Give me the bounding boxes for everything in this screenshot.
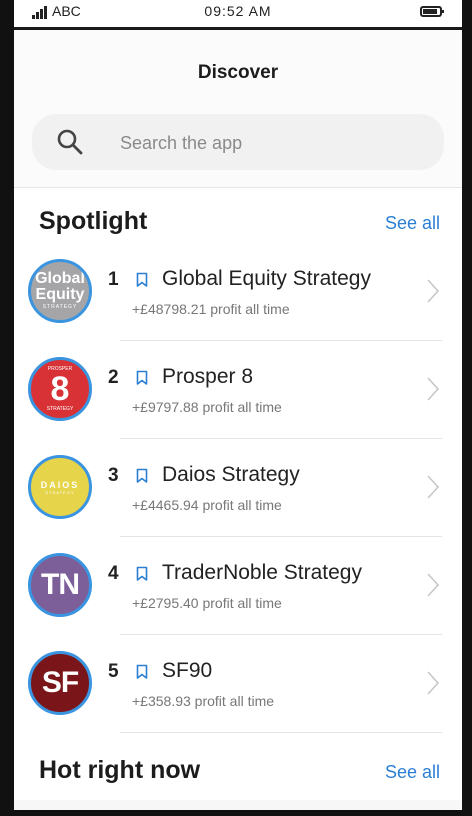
spotlight-header: Spotlight See all (14, 207, 462, 247)
rank-number: 3 (108, 465, 119, 486)
avatar: TN (28, 553, 92, 617)
avatar: Global Equity STRATEGY (28, 259, 92, 323)
phone-screen: ABC 09:52 AM Discover Spotlight See all … (14, 0, 462, 810)
hot-title: Hot right now (39, 756, 201, 784)
avatar-text: DAIOS (40, 479, 80, 490)
strategy-name: Global Equity Strategy (162, 267, 371, 290)
divider (120, 732, 442, 733)
bookmark-icon[interactable] (136, 566, 148, 582)
list-item[interactable]: SF 5 SF90 +£358.93 profit all time (14, 635, 462, 733)
bookmark-icon[interactable] (136, 664, 148, 680)
avatar-text: 8 (50, 370, 70, 408)
profit-text: +£2795.40 profit all time (132, 595, 282, 611)
page-title: Discover (197, 62, 279, 83)
rank-number: 2 (108, 367, 119, 388)
avatar-text: STRATEGY (46, 406, 74, 412)
bookmark-icon[interactable] (136, 468, 148, 484)
profit-text: +£358.93 profit all time (132, 693, 275, 709)
avatar: DAIOS STRATEGY (28, 455, 92, 519)
chevron-right-icon (427, 377, 440, 401)
avatar-text: STRATEGY (42, 304, 78, 310)
bottom-strip (14, 800, 462, 810)
hot-see-all-link[interactable]: See all (385, 762, 440, 783)
battery-icon (420, 6, 444, 17)
avatar-text: SF (41, 666, 79, 699)
spotlight-title: Spotlight (39, 207, 148, 235)
chevron-right-icon (427, 573, 440, 597)
list-item[interactable]: TN 4 TraderNoble Strategy +£2795.40 prof… (14, 537, 462, 635)
list-item[interactable]: Global Equity STRATEGY 1 Global Equity S… (14, 243, 462, 341)
list-item[interactable]: PROSPER 8 STRATEGY 2 Prosper 8 +£9797.88… (14, 341, 462, 439)
hot-header: Hot right now See all (14, 756, 462, 796)
profit-text: +£9797.88 profit all time (132, 399, 282, 415)
bookmark-icon[interactable] (136, 370, 148, 386)
avatar: PROSPER 8 STRATEGY (28, 357, 92, 421)
strategy-name: TraderNoble Strategy (162, 561, 362, 584)
list-item[interactable]: DAIOS STRATEGY 3 Daios Strategy +£4465.9… (14, 439, 462, 537)
avatar-text: STRATEGY (45, 489, 75, 495)
status-bar: ABC 09:52 AM (14, 0, 462, 30)
spotlight-list: Global Equity STRATEGY 1 Global Equity S… (14, 243, 462, 733)
chevron-right-icon (427, 475, 440, 499)
avatar: SF (28, 651, 92, 715)
strategy-name: Daios Strategy (162, 463, 300, 486)
avatar-text: Equity (35, 286, 85, 303)
chevron-right-icon (427, 279, 440, 303)
rank-number: 5 (108, 661, 119, 682)
search-bar[interactable] (32, 114, 444, 170)
avatar-text: Global (35, 270, 85, 287)
device-frame: ABC 09:52 AM Discover Spotlight See all … (0, 0, 472, 816)
search-icon (57, 129, 83, 155)
strategy-name: SF90 (162, 659, 213, 682)
profit-text: +£4465.94 profit all time (132, 497, 282, 513)
header: Discover (14, 30, 462, 188)
rank-number: 1 (108, 269, 119, 290)
spotlight-see-all-link[interactable]: See all (385, 213, 440, 234)
rank-number: 4 (108, 563, 119, 584)
bookmark-icon[interactable] (136, 272, 148, 288)
status-time: 09:52 AM (204, 3, 272, 19)
avatar-text: TN (41, 568, 80, 601)
chevron-right-icon (427, 671, 440, 695)
strategy-name: Prosper 8 (162, 365, 254, 388)
profit-text: +£48798.21 profit all time (132, 301, 290, 317)
search-input[interactable] (118, 128, 422, 158)
